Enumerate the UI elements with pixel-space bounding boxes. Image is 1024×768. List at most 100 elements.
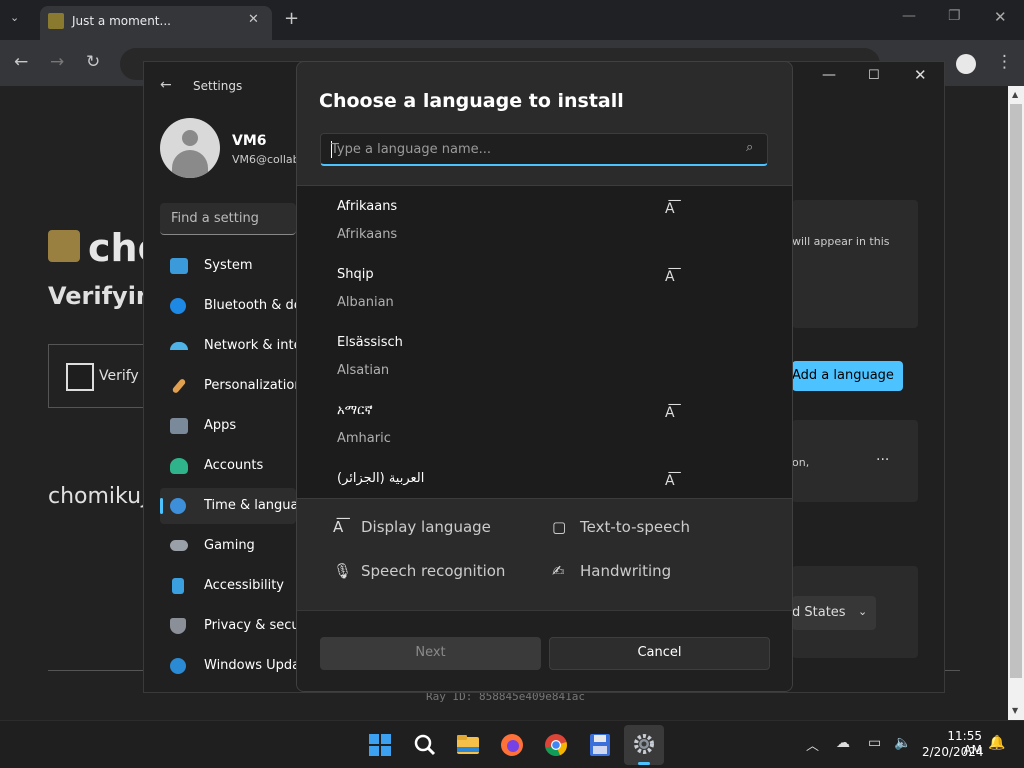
selected-indicator — [160, 498, 163, 514]
back-button[interactable]: ← — [14, 52, 28, 72]
browser-menu-button[interactable]: ⋮ — [996, 52, 1013, 72]
save-app-button[interactable] — [580, 725, 620, 765]
scroll-down-icon[interactable]: ▼ — [1012, 706, 1018, 715]
browser-tab[interactable]: Just a moment... ✕ — [40, 6, 272, 40]
tab-search-icon[interactable]: ⌄ — [10, 11, 19, 24]
sidebar-item-network[interactable]: Network & internet — [160, 328, 296, 364]
language-list[interactable]: Afrikaans Afrikaans A͞ Shqip Albanian A͞… — [297, 186, 792, 498]
find-setting-input[interactable]: Find a setting — [160, 203, 296, 235]
handwriting-icon: ✍ — [552, 562, 565, 580]
avatar-head — [182, 130, 198, 146]
scroll-up-icon[interactable]: ▲ — [1012, 90, 1018, 99]
language-native-name: Elsässisch — [337, 335, 403, 350]
list-item[interactable]: አማርኛ Amharic A͞ — [297, 390, 792, 458]
sidebar-item-system[interactable]: System — [160, 248, 296, 284]
forward-button[interactable]: → — [50, 52, 64, 72]
settings-maximize-button[interactable]: ☐ — [868, 68, 880, 83]
profile-icon[interactable] — [956, 54, 976, 74]
display-language-icon: A͞ — [665, 269, 675, 285]
floppy-icon — [590, 734, 610, 756]
sidebar-item-time-language[interactable]: Time & language — [160, 488, 296, 524]
start-button[interactable] — [360, 725, 400, 765]
sidebar-item-apps[interactable]: Apps — [160, 408, 296, 444]
volume-icon[interactable]: 🔈 — [894, 735, 911, 751]
update-icon — [170, 658, 186, 674]
taskbar: ︿ ☁ ▭ 🔈 11:55 AM 2/20/2024 🔔 — [0, 720, 1024, 768]
site-logo — [48, 230, 80, 262]
avatar[interactable] — [160, 118, 220, 178]
settings-back-button[interactable]: ← — [160, 77, 172, 93]
language-english-name: Afrikaans — [337, 227, 398, 242]
search-button[interactable] — [404, 725, 444, 765]
sidebar-item-bluetooth[interactable]: Bluetooth & devices — [160, 288, 296, 324]
more-options-icon[interactable]: ··· — [876, 452, 889, 468]
settings-close-button[interactable]: ✕ — [914, 66, 927, 84]
sidebar-item-accessibility[interactable]: Accessibility — [160, 568, 296, 604]
choose-language-dialog: Choose a language to install Type a lang… — [296, 61, 793, 692]
apps-icon — [170, 418, 188, 434]
gear-icon — [634, 734, 654, 754]
language-english-name: Amharic — [337, 431, 391, 446]
firefox-button[interactable] — [492, 725, 532, 765]
language-hint: will appear in this — [792, 235, 890, 248]
browser-minimize-button[interactable]: — — [902, 8, 916, 24]
browser-close-button[interactable]: ✕ — [994, 8, 1007, 26]
file-explorer-button[interactable] — [448, 725, 488, 765]
search-placeholder: Type a language name... — [331, 142, 492, 157]
language-english-name: Alsatian — [337, 363, 390, 378]
feature-label: Speech recognition — [361, 562, 506, 580]
list-item[interactable]: Elsässisch Alsatian — [297, 322, 792, 390]
region-dropdown[interactable]: d States ⌄ — [792, 596, 876, 630]
windows-icon — [369, 734, 391, 756]
sidebar-item-accounts[interactable]: Accounts — [160, 448, 296, 484]
feature-label: Text-to-speech — [580, 518, 691, 536]
sidebar-item-label: Gaming — [204, 538, 255, 553]
new-tab-button[interactable]: + — [284, 8, 299, 29]
sidebar-item-privacy[interactable]: Privacy & security — [160, 608, 296, 644]
list-item[interactable]: Shqip Albanian A͞ — [297, 254, 792, 322]
sidebar-item-personalization[interactable]: Personalization — [160, 368, 296, 404]
active-app-indicator — [638, 762, 650, 765]
network-icon[interactable]: ▭ — [868, 735, 881, 751]
browser-maximize-button[interactable]: ❐ — [948, 8, 961, 24]
language-native-name: Afrikaans — [337, 199, 398, 214]
bluetooth-icon — [170, 298, 186, 314]
user-name: VM6 — [232, 133, 267, 149]
settings-minimize-button[interactable]: — — [822, 67, 836, 83]
site-name: chomikuj — [48, 484, 148, 509]
feature-label: Handwriting — [580, 562, 672, 580]
sidebar-item-label: Time & language — [204, 498, 296, 513]
settings-app-button[interactable] — [624, 725, 664, 765]
chevron-up-icon[interactable]: ︿ — [806, 735, 819, 754]
clock-date[interactable]: 2/20/2024 — [922, 745, 984, 759]
sidebar-item-windows-update[interactable]: Windows Update — [160, 648, 296, 684]
notification-icon[interactable]: 🔔 — [988, 735, 1005, 751]
region-value: d States — [792, 605, 846, 620]
avatar-body — [172, 150, 208, 178]
dialog-title: Choose a language to install — [319, 90, 624, 112]
reload-button[interactable]: ↻ — [86, 52, 100, 72]
tab-close-icon[interactable]: ✕ — [248, 12, 259, 27]
language-entry-hint: on, — [792, 456, 810, 469]
chevron-down-icon: ⌄ — [858, 605, 868, 618]
firefox-icon — [501, 734, 523, 756]
folder-icon — [457, 735, 479, 754]
sidebar-item-label: Accessibility — [204, 578, 284, 593]
cancel-button[interactable]: Cancel — [549, 637, 770, 670]
next-button[interactable]: Next — [320, 637, 541, 670]
captcha-checkbox[interactable] — [66, 363, 94, 391]
cancel-label: Cancel — [637, 645, 682, 660]
sidebar-item-label: Privacy & security — [204, 618, 296, 633]
find-setting-placeholder: Find a setting — [171, 211, 259, 226]
add-language-button[interactable]: Add a language — [792, 361, 903, 391]
chrome-button[interactable] — [536, 725, 576, 765]
language-search-input[interactable]: Type a language name... ⌕ — [320, 133, 768, 166]
list-item[interactable]: Afrikaans Afrikaans A͞ — [297, 186, 792, 254]
list-item[interactable]: العربية (الجزائر) A͞ — [297, 458, 792, 498]
scrollbar-thumb[interactable] — [1010, 104, 1022, 678]
sidebar-item-gaming[interactable]: Gaming — [160, 528, 296, 564]
sidebar-item-label: System — [204, 258, 253, 273]
shield-icon — [170, 618, 186, 634]
list-divider — [297, 498, 792, 499]
onedrive-icon[interactable]: ☁ — [836, 735, 850, 751]
